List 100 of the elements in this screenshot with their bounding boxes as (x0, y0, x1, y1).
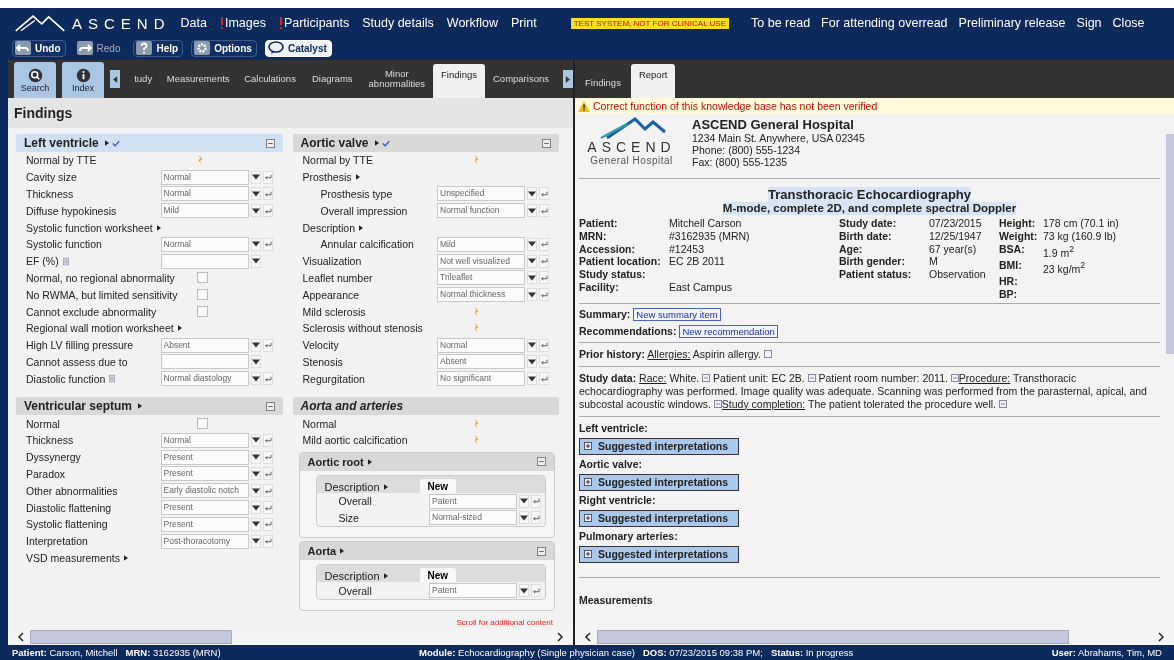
dropdown-button[interactable] (527, 271, 537, 285)
select-field[interactable]: Early diastolic notch (160, 483, 249, 499)
add-item-button[interactable]: New recommendation (679, 324, 778, 338)
note-icon[interactable] (763, 349, 772, 358)
select-field[interactable]: Present (160, 516, 249, 532)
lightning-icon[interactable] (473, 323, 479, 334)
select-field[interactable]: Normal diastology (160, 371, 249, 387)
new-tab-button[interactable]: New (419, 478, 457, 493)
workflow-action[interactable]: Preliminary release (958, 16, 1066, 30)
dropdown-button[interactable] (527, 288, 537, 302)
scroll-right-button[interactable] (562, 70, 573, 88)
select-field[interactable]: Present (160, 449, 249, 465)
note-icon[interactable] (998, 399, 1007, 408)
note-icon[interactable] (109, 374, 116, 384)
select-field[interactable]: Not well visualized (437, 253, 525, 269)
scroll-right-icon[interactable] (1158, 632, 1164, 642)
add-item-button[interactable]: New summary item (633, 307, 721, 321)
workflow-action[interactable]: To be read (751, 16, 811, 30)
select-field[interactable]: Post-thoracotomy (160, 533, 249, 549)
collapse-icon[interactable] (265, 401, 275, 411)
tab[interactable]: Comparisons (485, 60, 557, 98)
select-field[interactable]: Present (160, 466, 249, 482)
select-field[interactable]: Normal function (437, 203, 525, 219)
select-field[interactable]: Mild (437, 236, 525, 252)
tab[interactable]: Diagrams (303, 60, 361, 98)
dropdown-button[interactable] (250, 187, 261, 201)
select-field[interactable]: Trileaflet (437, 270, 525, 286)
note-icon[interactable] (950, 373, 959, 382)
dropdown-button[interactable] (527, 338, 537, 352)
select-field[interactable] (160, 253, 249, 269)
tab[interactable]: Findings (433, 64, 485, 98)
collapse-icon[interactable] (537, 546, 546, 556)
dropdown-button[interactable] (250, 338, 261, 352)
menu-item[interactable]: Images (219, 16, 266, 30)
dropdown-button[interactable] (519, 494, 529, 508)
dropdown-button[interactable] (250, 372, 261, 386)
dropdown-button[interactable] (527, 237, 537, 251)
dropdown-button[interactable] (250, 433, 261, 447)
tab[interactable]: Report (630, 64, 676, 98)
dropdown-button[interactable] (250, 254, 261, 268)
select-field[interactable]: Normal (160, 169, 249, 185)
toolbar-button[interactable]: Catalyst (264, 39, 332, 57)
dropdown-button[interactable] (250, 534, 261, 548)
toolbar-button[interactable]: Help (133, 39, 184, 57)
checkbox[interactable] (196, 289, 208, 301)
dropdown-button[interactable] (250, 517, 261, 531)
select-field[interactable]: Normal (160, 432, 249, 448)
horizontal-scrollbar[interactable] (8, 629, 573, 645)
expand-link[interactable]: Prosthesis (302, 171, 360, 184)
collapse-icon[interactable] (265, 138, 275, 148)
suggested-interpretations-button[interactable]: Suggested interpretations (579, 545, 739, 563)
note-icon[interactable] (702, 373, 711, 382)
scroll-left-icon[interactable] (18, 632, 24, 642)
dropdown-button[interactable] (250, 501, 261, 515)
note-icon[interactable] (713, 399, 722, 408)
tab[interactable]: Findings (577, 68, 629, 98)
select-field[interactable]: Normal (160, 236, 249, 252)
tab[interactable]: Measurements (160, 60, 237, 98)
collapse-icon[interactable] (542, 138, 551, 148)
dropdown-button[interactable] (527, 187, 537, 201)
horizontal-scrollbar[interactable] (575, 629, 1174, 645)
checkbox[interactable] (196, 418, 208, 430)
lightning-icon[interactable] (473, 155, 479, 166)
select-field[interactable]: Patent (429, 583, 517, 599)
scroll-left-button[interactable] (110, 70, 121, 88)
allergies-link[interactable]: Allergies: (647, 347, 691, 360)
workflow-action[interactable]: Close (1112, 16, 1145, 30)
expand-link[interactable]: Description (324, 480, 388, 493)
workflow-action[interactable]: For attending overread (821, 16, 948, 30)
collapse-icon[interactable] (537, 457, 546, 467)
lightning-icon[interactable] (196, 155, 203, 166)
checkbox[interactable] (196, 306, 208, 318)
dropdown-button[interactable] (527, 254, 537, 268)
dropdown-button[interactable] (250, 204, 261, 218)
dropdown-button[interactable] (527, 372, 537, 386)
menu-item[interactable]: Study details (362, 16, 434, 30)
dropdown-button[interactable] (250, 170, 261, 184)
study-data-link[interactable]: Race: (639, 371, 667, 384)
new-tab-button[interactable]: New (419, 568, 457, 583)
select-field[interactable]: No significant (437, 371, 525, 387)
tab[interactable]: tudy (126, 60, 161, 98)
note-icon[interactable] (807, 373, 816, 382)
side-button[interactable]: Search (14, 62, 57, 98)
study-data-link[interactable]: Study completion: (721, 397, 806, 410)
dropdown-button[interactable] (250, 467, 261, 481)
note-icon[interactable] (62, 256, 69, 266)
suggested-interpretations-button[interactable]: Suggested interpretations (579, 437, 739, 455)
select-field[interactable]: Normal (160, 186, 249, 202)
lightning-icon[interactable] (473, 306, 479, 317)
checkbox[interactable] (196, 272, 208, 284)
side-button[interactable]: Index (62, 62, 105, 98)
toolbar-button[interactable]: Undo (12, 39, 66, 57)
lightning-icon[interactable] (473, 418, 479, 429)
workflow-action[interactable]: Sign (1076, 16, 1102, 30)
dropdown-button[interactable] (527, 355, 537, 369)
menu-item[interactable]: Participants (278, 16, 350, 30)
select-field[interactable]: Mild (160, 203, 249, 219)
dropdown-button[interactable] (250, 484, 261, 498)
tab[interactable]: Calculations (236, 60, 304, 98)
dropdown-button[interactable] (250, 450, 261, 464)
